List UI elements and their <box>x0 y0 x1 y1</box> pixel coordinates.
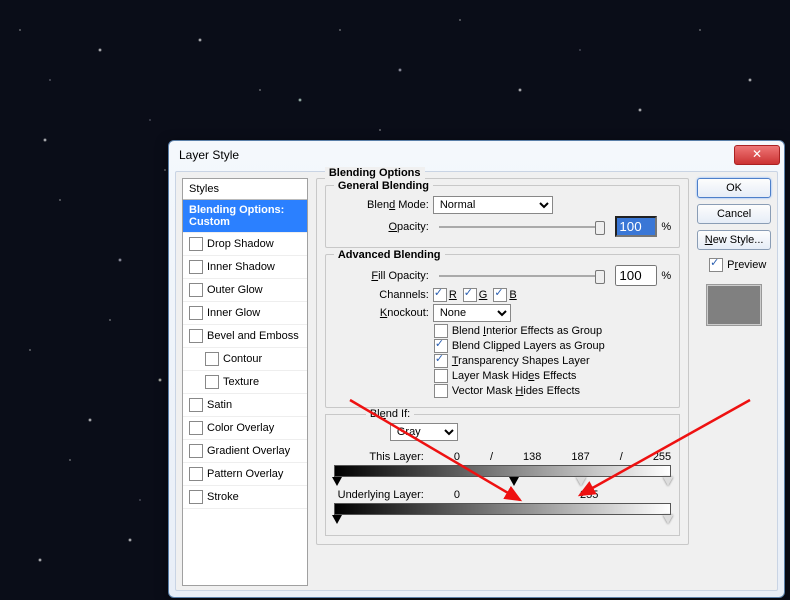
opt-layermask-checkbox[interactable] <box>434 369 448 383</box>
channel-g-checkbox[interactable] <box>463 288 477 302</box>
dialog-title: Layer Style <box>179 148 734 162</box>
style-item-stroke[interactable]: Stroke <box>183 486 307 509</box>
opacity-slider[interactable] <box>439 226 606 228</box>
style-item-texture[interactable]: Texture <box>183 371 307 394</box>
checkbox-icon[interactable] <box>205 375 219 389</box>
titlebar[interactable]: Layer Style ✕ <box>169 141 784 169</box>
checkbox-icon[interactable] <box>189 467 203 481</box>
opt-vectormask-checkbox[interactable] <box>434 384 448 398</box>
style-item-gradient-overlay[interactable]: Gradient Overlay <box>183 440 307 463</box>
slider-handle-black[interactable] <box>332 515 342 524</box>
style-item-satin[interactable]: Satin <box>183 394 307 417</box>
checkbox-icon[interactable] <box>205 352 219 366</box>
channels-row: R G B <box>433 288 517 302</box>
knockout-select[interactable]: None <box>433 304 511 322</box>
preview-checkbox[interactable] <box>709 258 723 272</box>
new-style-button[interactable]: New Style... <box>697 230 771 250</box>
percent-label: % <box>661 221 671 233</box>
general-blending-group: General Blending Blend Mode: Normal Opac… <box>325 185 680 248</box>
checkbox-icon[interactable] <box>189 260 203 274</box>
slider-handle-black-high[interactable] <box>509 477 519 486</box>
knockout-label: Knockout: <box>334 307 429 319</box>
fill-opacity-label: Fill Opacity: <box>334 270 429 282</box>
general-blending-title: General Blending <box>334 180 433 192</box>
checkbox-icon[interactable] <box>189 421 203 435</box>
dialog-body: Styles Blending Options: Custom Drop Sha… <box>175 171 778 591</box>
opacity-label: Opacity: <box>334 221 429 233</box>
slider-handle-white[interactable] <box>663 515 673 524</box>
checkbox-icon[interactable] <box>189 490 203 504</box>
checkbox-icon[interactable] <box>189 444 203 458</box>
blend-mode-select[interactable]: Normal <box>433 196 553 214</box>
ok-button[interactable]: OK <box>697 178 771 198</box>
options-column: Blending Options General Blending Blend … <box>316 178 689 584</box>
style-item-inner-glow[interactable]: Inner Glow <box>183 302 307 325</box>
underlying-layer-gradient[interactable] <box>334 503 671 515</box>
blend-mode-label: Blend Mode: <box>334 199 429 211</box>
advanced-blending-title: Advanced Blending <box>334 249 445 261</box>
layer-style-dialog: Layer Style ✕ Styles Blending Options: C… <box>168 140 785 598</box>
this-layer-gradient[interactable] <box>334 465 671 477</box>
this-layer-label: This Layer: <box>334 451 424 463</box>
buttons-column: OK Cancel New Style... Preview <box>697 178 771 584</box>
checkbox-icon[interactable] <box>189 398 203 412</box>
style-item-bevel-emboss[interactable]: Bevel and Emboss <box>183 325 307 348</box>
percent-label: % <box>661 270 671 282</box>
style-item-outer-glow[interactable]: Outer Glow <box>183 279 307 302</box>
close-button[interactable]: ✕ <box>734 145 780 165</box>
blend-if-group: Blend If: Gray This Layer: 0 / 138 187 /… <box>325 414 680 536</box>
style-item-inner-shadow[interactable]: Inner Shadow <box>183 256 307 279</box>
channel-r-checkbox[interactable] <box>433 288 447 302</box>
channels-label: Channels: <box>334 289 429 301</box>
blending-options-group: Blending Options General Blending Blend … <box>316 178 689 545</box>
styles-header[interactable]: Styles <box>183 179 307 200</box>
checkbox-icon[interactable] <box>189 329 203 343</box>
opt-transparency-checkbox[interactable] <box>434 354 448 368</box>
blend-if-label: Blend If: <box>366 408 414 420</box>
slider-handle-white-high[interactable] <box>663 477 673 486</box>
channel-b-checkbox[interactable] <box>493 288 507 302</box>
slider-handle-white-low[interactable] <box>576 477 586 486</box>
underlying-layer-label: Underlying Layer: <box>334 489 424 501</box>
slider-handle-black-low[interactable] <box>332 477 342 486</box>
style-item-drop-shadow[interactable]: Drop Shadow <box>183 233 307 256</box>
styles-list: Styles Blending Options: Custom Drop Sha… <box>182 178 308 586</box>
blending-options-title: Blending Options <box>325 167 425 179</box>
checkbox-icon[interactable] <box>189 283 203 297</box>
preview-row: Preview <box>697 258 771 272</box>
style-item-contour[interactable]: Contour <box>183 348 307 371</box>
style-item-color-overlay[interactable]: Color Overlay <box>183 417 307 440</box>
opt-clipped-checkbox[interactable] <box>434 339 448 353</box>
fill-opacity-slider[interactable] <box>439 275 606 277</box>
blend-if-select[interactable]: Gray <box>390 423 458 441</box>
opt-interior-checkbox[interactable] <box>434 324 448 338</box>
styles-column: Styles Blending Options: Custom Drop Sha… <box>182 178 308 584</box>
style-item-pattern-overlay[interactable]: Pattern Overlay <box>183 463 307 486</box>
opacity-input[interactable] <box>615 216 657 237</box>
preview-swatch <box>706 284 762 326</box>
style-item-blending-options[interactable]: Blending Options: Custom <box>183 200 307 233</box>
advanced-blending-group: Advanced Blending Fill Opacity: % Channe… <box>325 254 680 408</box>
cancel-button[interactable]: Cancel <box>697 204 771 224</box>
checkbox-icon[interactable] <box>189 237 203 251</box>
advanced-options: Blend Interior Effects as Group Blend Cl… <box>434 324 671 398</box>
checkbox-icon[interactable] <box>189 306 203 320</box>
fill-opacity-input[interactable] <box>615 265 657 286</box>
